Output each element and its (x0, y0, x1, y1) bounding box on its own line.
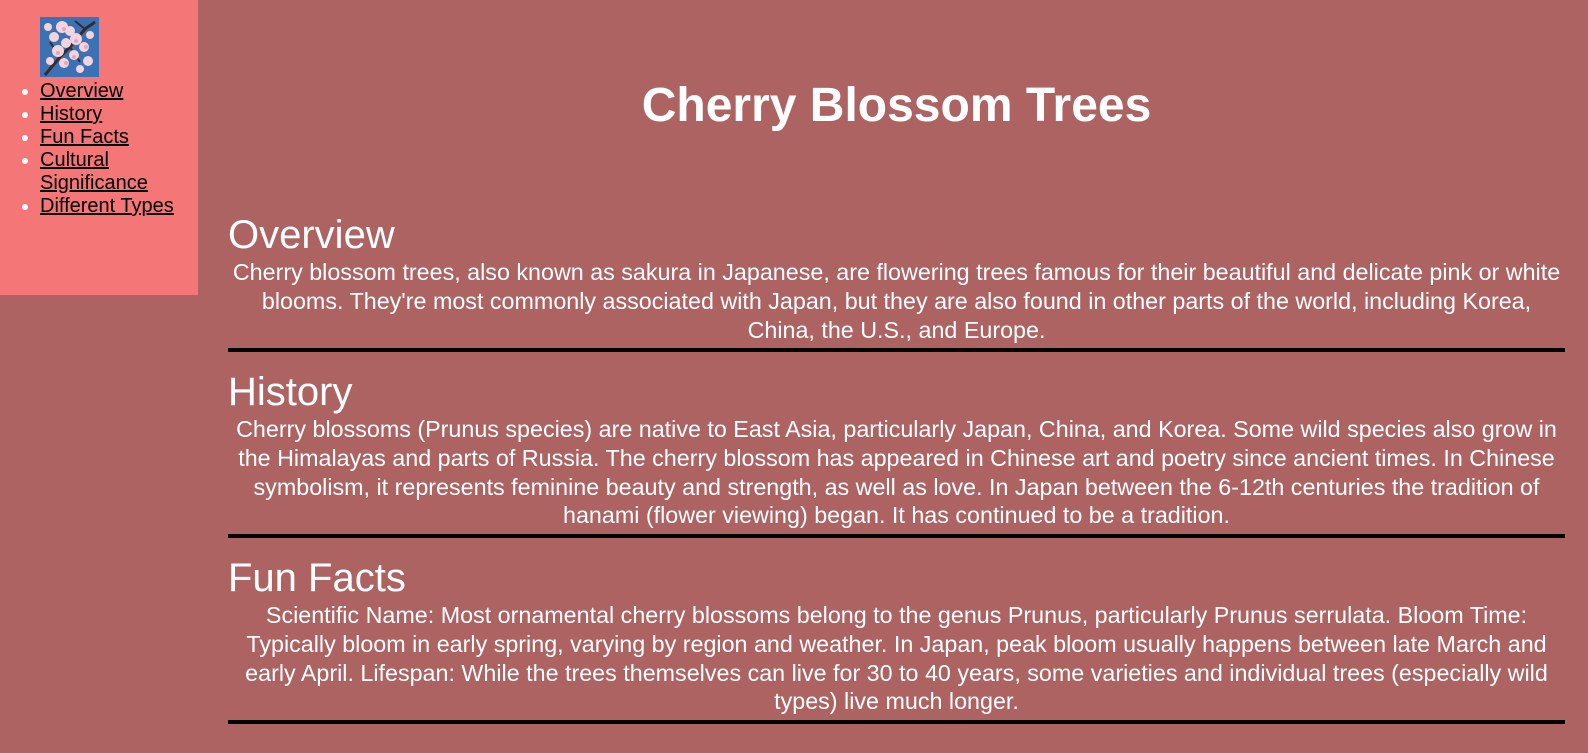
sidebar-link-fun-facts[interactable]: Fun Facts (40, 126, 129, 148)
section-overview: Overview Cherry blossom trees, also know… (228, 212, 1565, 353)
section-heading-fun-facts: Fun Facts (228, 556, 406, 600)
sidebar-item-overview: Overview (40, 80, 190, 103)
sidebar-item-cultural-significance: Cultural Significance (40, 149, 190, 195)
sidebar: Overview History Fun Facts Cultural Sign… (0, 0, 198, 295)
section-body-history: Cherry blossoms (Prunus species) are nat… (236, 416, 1557, 529)
page-title: Cherry Blossom Trees (641, 79, 1152, 132)
sidebar-item-fun-facts: Fun Facts (40, 126, 190, 149)
section-heading-history: History (228, 370, 353, 414)
cherry-blossom-logo-image (40, 17, 99, 77)
sidebar-link-history[interactable]: History (40, 103, 102, 125)
section-divider (228, 348, 1565, 353)
sidebar-item-history: History (40, 103, 190, 126)
cherry-blossom-icon (40, 17, 99, 77)
sidebar-link-overview[interactable]: Overview (40, 80, 123, 102)
section-divider (228, 534, 1565, 539)
sidebar-link-cultural-significance[interactable]: Cultural Significance (40, 149, 148, 194)
sidebar-item-different-types: Different Types (40, 195, 190, 218)
section-fun-facts: Fun Facts Scientific Name: Most ornament… (228, 555, 1565, 725)
section-divider (228, 720, 1565, 725)
section-body-fun-facts: Scientific Name: Most ornamental cherry … (245, 602, 1548, 715)
sidebar-link-different-types[interactable]: Different Types (40, 195, 174, 217)
section-heading-overview: Overview (228, 213, 395, 257)
sidebar-nav: Overview History Fun Facts Cultural Sign… (0, 80, 190, 218)
section-history: History Cherry blossoms (Prunus species)… (228, 369, 1565, 539)
section-body-overview: Cherry blossom trees, also known as saku… (232, 259, 1561, 343)
